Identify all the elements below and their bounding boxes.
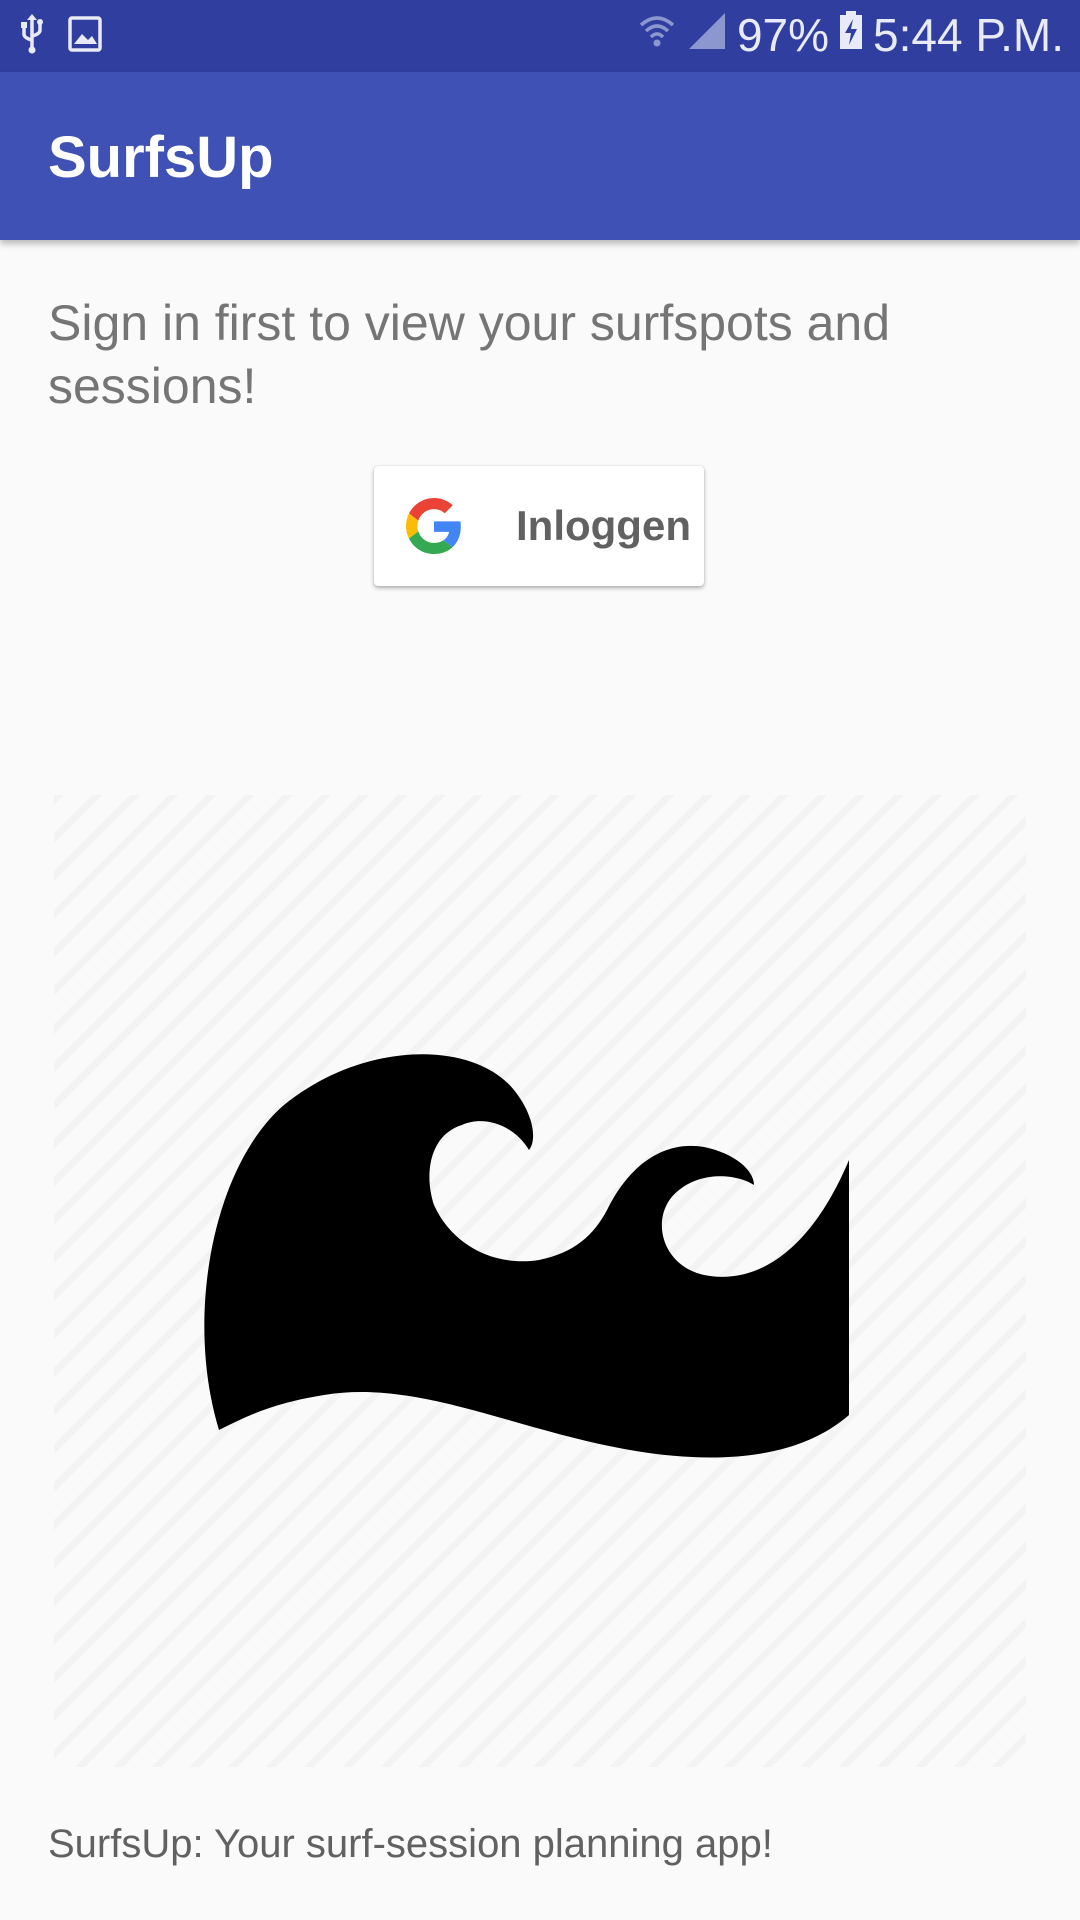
app-tagline: SurfsUp: Your surf-session planning app! [48, 1822, 773, 1866]
status-bar-left [18, 14, 102, 59]
wave-icon [204, 1054, 849, 1458]
battery-charging-icon [839, 8, 863, 62]
google-signin-button[interactable]: Inloggen [374, 466, 704, 586]
clock: 5:44 P.M. [873, 9, 1064, 61]
usb-icon [18, 14, 46, 59]
signin-prompt: Sign in first to view your surfspots and… [48, 295, 891, 414]
status-bar: 97% 5:44 P.M. [0, 0, 1080, 72]
battery-percent: 97% [736, 9, 830, 61]
app-title: SurfsUp [48, 125, 274, 190]
signal-icon [687, 8, 727, 62]
signin-button-label: Inloggen [516, 502, 691, 549]
hero-image [54, 795, 1026, 1767]
status-bar-right: 97% 5:44 P.M. [637, 8, 1064, 62]
image-icon [68, 16, 102, 57]
app-bar: SurfsUp [0, 72, 1080, 240]
wifi-icon [637, 8, 677, 62]
